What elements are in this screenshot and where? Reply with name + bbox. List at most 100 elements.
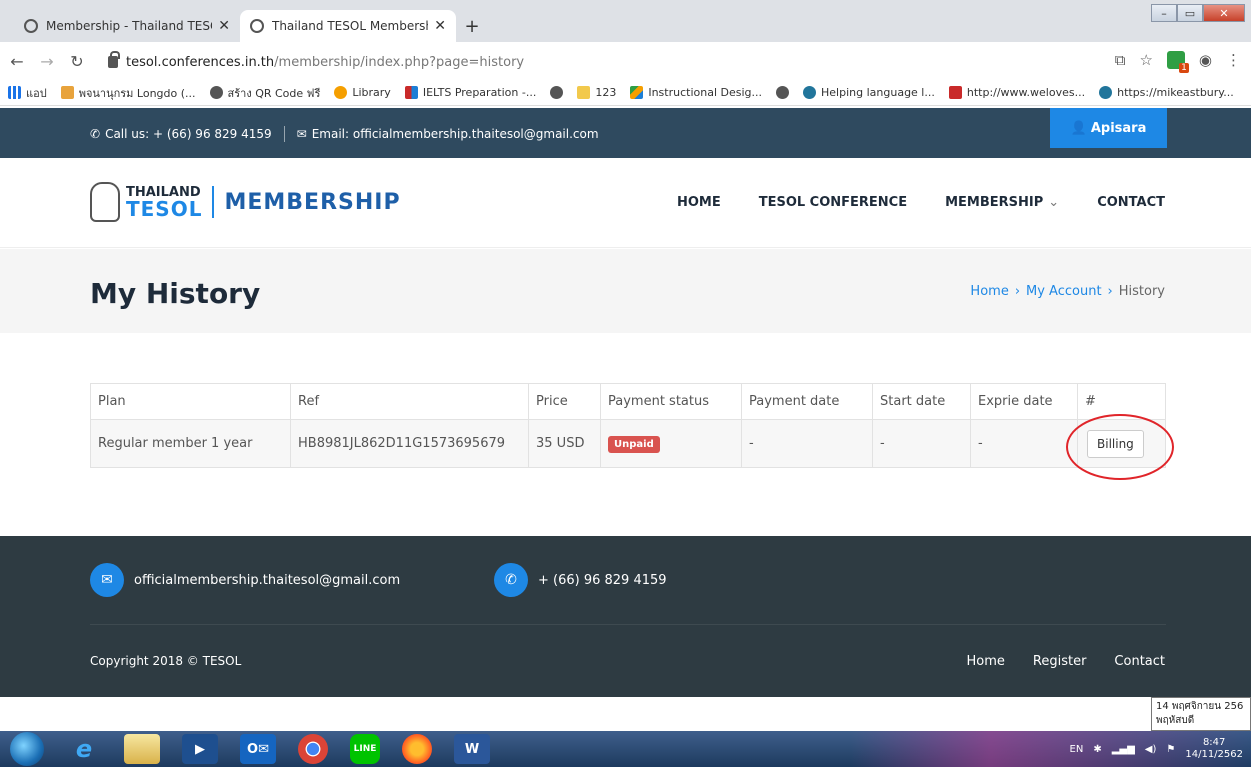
- breadcrumb-home[interactable]: Home: [970, 284, 1008, 299]
- longdo-icon: [60, 86, 74, 99]
- bookmark-longdo[interactable]: พจนานุกรม Longdo (...: [60, 84, 196, 102]
- file-explorer-icon[interactable]: [124, 734, 160, 764]
- cell-status: Unpaid: [600, 419, 742, 468]
- mls-icon: [948, 86, 962, 99]
- toolbar-actions: ⧉ ☆ 1 ◉ ⋮: [1115, 51, 1241, 73]
- bookmark-globe[interactable]: [550, 86, 564, 99]
- breadcrumb-separator-icon: ›: [1107, 284, 1113, 299]
- logo-divider: [212, 186, 215, 218]
- bookmark-mikeastbury[interactable]: https://mikeastbury...: [1099, 86, 1234, 99]
- footer-phone[interactable]: ✆ + (66) 96 829 4159: [494, 563, 667, 597]
- page-header: My History Home › My Account › History: [0, 249, 1251, 333]
- tooltip-date: 14 พฤศจิกายน 256: [1156, 701, 1244, 712]
- outlook-icon[interactable]: O✉: [240, 734, 276, 764]
- bookmark-helping-language[interactable]: Helping language l...: [803, 86, 935, 99]
- system-tray: EN ✱ ▂▄▆ ◀) ⚑ 8:47 14/11/2562: [851, 731, 1251, 767]
- media-player-icon[interactable]: ▶: [182, 734, 218, 764]
- history-table-container: Plan Ref Price Payment status Payment da…: [90, 383, 1166, 468]
- footer-phone-text: + (66) 96 829 4159: [538, 572, 667, 588]
- nav-tesol-conference[interactable]: TESOL CONFERENCE: [759, 195, 907, 210]
- bookmark-star-icon[interactable]: ☆: [1139, 51, 1152, 69]
- footer-link-home[interactable]: Home: [967, 654, 1005, 669]
- url-host: tesol.conferences.in.th: [126, 54, 275, 70]
- cell-plan: Regular member 1 year: [90, 419, 291, 468]
- internet-explorer-icon[interactable]: e: [66, 734, 102, 764]
- extension-icon[interactable]: 1: [1166, 51, 1189, 73]
- line-app-icon[interactable]: LINE: [350, 734, 380, 764]
- profile-icon[interactable]: ◉: [1199, 51, 1212, 69]
- language-indicator[interactable]: EN: [1070, 744, 1084, 755]
- volume-icon[interactable]: ◀): [1145, 744, 1157, 755]
- table-header-row: Plan Ref Price Payment status Payment da…: [90, 383, 1166, 420]
- header-plan: Plan: [90, 383, 291, 420]
- header-start-date: Start date: [872, 383, 971, 420]
- forward-arrow-icon[interactable]: →: [34, 52, 60, 71]
- logo-tesol: TESOL: [126, 196, 203, 221]
- close-icon[interactable]: ✕: [218, 18, 230, 34]
- topbar-email[interactable]: Email: officialmembership.thaitesol@gmai…: [312, 127, 599, 141]
- page-title: My History: [90, 277, 261, 310]
- footer-email-text: officialmembership.thaitesol@gmail.com: [134, 572, 401, 588]
- menu-dots-icon[interactable]: ⋮: [1226, 51, 1241, 69]
- bluetooth-icon[interactable]: ✱: [1093, 744, 1101, 755]
- footer-divider: [90, 624, 1166, 625]
- tab-membership-thailand-tesol[interactable]: Membership - Thailand TESOL A ✕: [14, 10, 240, 42]
- tab-title: Thailand TESOL Membership: [272, 19, 429, 33]
- wordpress-icon: [803, 86, 817, 99]
- footer-link-contact[interactable]: Contact: [1114, 654, 1165, 669]
- folder-icon: [577, 86, 591, 99]
- globe-icon: [550, 86, 564, 99]
- header-expire-date: Exprie date: [970, 383, 1078, 420]
- footer-email[interactable]: ✉ officialmembership.thaitesol@gmail.com: [90, 563, 400, 597]
- breadcrumb-my-account[interactable]: My Account: [1026, 284, 1102, 299]
- new-tab-button[interactable]: +: [460, 14, 484, 38]
- network-signal-icon[interactable]: ▂▄▆: [1112, 744, 1135, 755]
- url-path: /membership/index.php?page=history: [274, 54, 525, 70]
- chrome-icon[interactable]: [298, 734, 328, 764]
- breadcrumb-history: History: [1118, 284, 1165, 299]
- library-icon: [334, 86, 348, 99]
- window-close-button[interactable]: ✕: [1203, 4, 1245, 22]
- tab-thailand-tesol-membership[interactable]: Thailand TESOL Membership ✕: [240, 10, 456, 42]
- header-ref: Ref: [290, 383, 529, 420]
- nav-home[interactable]: HOME: [677, 195, 721, 210]
- nav-contact[interactable]: CONTACT: [1097, 195, 1165, 210]
- bookmark-weloves[interactable]: http://www.weloves...: [948, 86, 1085, 99]
- word-icon[interactable]: W: [454, 734, 490, 764]
- firefox-icon[interactable]: [402, 734, 432, 764]
- start-button[interactable]: [10, 732, 44, 766]
- translate-icon[interactable]: ⧉: [1115, 51, 1126, 69]
- bookmark-instructional-design[interactable]: Instructional Desig...: [630, 86, 762, 99]
- nav-membership[interactable]: MEMBERSHIP ⌄: [945, 195, 1059, 210]
- back-arrow-icon[interactable]: ←: [4, 52, 30, 71]
- browser-tabstrip: Membership - Thailand TESOL A ✕ Thailand…: [0, 0, 1251, 42]
- red-highlight-circle: [1066, 414, 1174, 480]
- cell-expire-date: -: [970, 419, 1078, 468]
- apps-grid-icon: [8, 86, 21, 99]
- table-row: Regular member 1 year HB8981JL862D11G157…: [90, 419, 1166, 468]
- bookmark-qr-code[interactable]: สร้าง QR Code ฟรี: [209, 84, 320, 102]
- bookmark-apps[interactable]: แอป: [8, 84, 47, 102]
- maximize-button[interactable]: ▭: [1177, 4, 1203, 22]
- footer-link-register[interactable]: Register: [1033, 654, 1087, 669]
- bookmark-ielts[interactable]: IELTS Preparation -...: [404, 86, 536, 99]
- drive-icon: [630, 86, 644, 99]
- site-logo[interactable]: THAILAND TESOL MEMBERSHIP: [90, 182, 401, 222]
- extension-badge: 1: [1179, 63, 1189, 73]
- envelope-icon: ✉: [90, 563, 124, 597]
- bookmark-123[interactable]: 123: [577, 86, 616, 99]
- flag-icon[interactable]: ⚑: [1166, 744, 1175, 755]
- address-bar[interactable]: tesol.conferences.in.th/membership/index…: [108, 49, 1008, 75]
- logo-text: THAILAND TESOL: [126, 186, 202, 219]
- logo-membership: MEMBERSHIP: [224, 189, 401, 215]
- taskbar-clock[interactable]: 8:47 14/11/2562: [1185, 737, 1243, 762]
- bookmark-globe-2[interactable]: [776, 86, 790, 99]
- user-account-button[interactable]: 👤 Apisara: [1050, 108, 1167, 148]
- close-icon[interactable]: ✕: [434, 18, 446, 34]
- reload-icon[interactable]: ↻: [64, 52, 90, 71]
- minimize-button[interactable]: –: [1151, 4, 1177, 22]
- bookmark-library[interactable]: Library: [334, 86, 391, 99]
- windows-taskbar: e ▶ O✉ LINE W EN ✱ ▂▄▆ ◀) ⚑ 8:47 14/11/2…: [0, 731, 1251, 767]
- divider: [283, 126, 285, 142]
- page-bottom: [0, 697, 1251, 733]
